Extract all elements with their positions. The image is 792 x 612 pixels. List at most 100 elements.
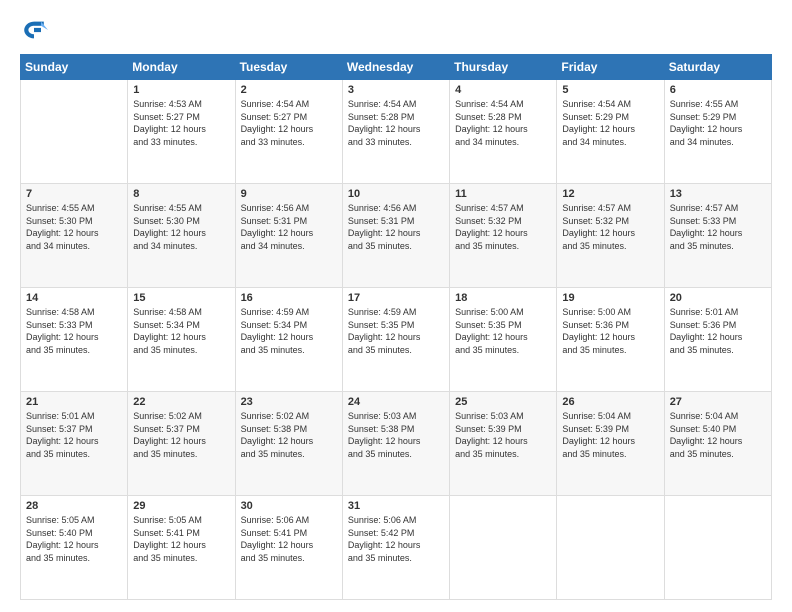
day-cell: 7 Sunrise: 4:55 AMSunset: 5:30 PMDayligh… xyxy=(21,184,128,288)
day-cell: 17 Sunrise: 4:59 AMSunset: 5:35 PMDaylig… xyxy=(342,288,449,392)
day-number: 3 xyxy=(348,84,444,96)
day-number: 11 xyxy=(455,188,551,200)
day-info: Sunrise: 5:05 AMSunset: 5:41 PMDaylight:… xyxy=(133,514,229,564)
weekday-monday: Monday xyxy=(128,55,235,80)
day-cell: 11 Sunrise: 4:57 AMSunset: 5:32 PMDaylig… xyxy=(450,184,557,288)
day-info: Sunrise: 4:58 AMSunset: 5:33 PMDaylight:… xyxy=(26,306,122,356)
day-cell xyxy=(21,80,128,184)
day-cell: 10 Sunrise: 4:56 AMSunset: 5:31 PMDaylig… xyxy=(342,184,449,288)
day-cell: 8 Sunrise: 4:55 AMSunset: 5:30 PMDayligh… xyxy=(128,184,235,288)
day-number: 24 xyxy=(348,396,444,408)
day-number: 12 xyxy=(562,188,658,200)
day-number: 1 xyxy=(133,84,229,96)
day-cell: 15 Sunrise: 4:58 AMSunset: 5:34 PMDaylig… xyxy=(128,288,235,392)
week-row-3: 14 Sunrise: 4:58 AMSunset: 5:33 PMDaylig… xyxy=(21,288,772,392)
day-cell: 30 Sunrise: 5:06 AMSunset: 5:41 PMDaylig… xyxy=(235,496,342,600)
day-number: 18 xyxy=(455,292,551,304)
day-info: Sunrise: 4:54 AMSunset: 5:27 PMDaylight:… xyxy=(241,98,337,148)
day-cell: 31 Sunrise: 5:06 AMSunset: 5:42 PMDaylig… xyxy=(342,496,449,600)
day-info: Sunrise: 4:57 AMSunset: 5:33 PMDaylight:… xyxy=(670,202,766,252)
day-info: Sunrise: 4:55 AMSunset: 5:29 PMDaylight:… xyxy=(670,98,766,148)
day-cell: 25 Sunrise: 5:03 AMSunset: 5:39 PMDaylig… xyxy=(450,392,557,496)
day-info: Sunrise: 5:06 AMSunset: 5:41 PMDaylight:… xyxy=(241,514,337,564)
day-info: Sunrise: 5:01 AMSunset: 5:36 PMDaylight:… xyxy=(670,306,766,356)
day-info: Sunrise: 4:57 AMSunset: 5:32 PMDaylight:… xyxy=(562,202,658,252)
day-cell: 12 Sunrise: 4:57 AMSunset: 5:32 PMDaylig… xyxy=(557,184,664,288)
day-cell: 13 Sunrise: 4:57 AMSunset: 5:33 PMDaylig… xyxy=(664,184,771,288)
day-cell xyxy=(450,496,557,600)
week-row-5: 28 Sunrise: 5:05 AMSunset: 5:40 PMDaylig… xyxy=(21,496,772,600)
day-cell: 14 Sunrise: 4:58 AMSunset: 5:33 PMDaylig… xyxy=(21,288,128,392)
day-number: 9 xyxy=(241,188,337,200)
day-cell: 26 Sunrise: 5:04 AMSunset: 5:39 PMDaylig… xyxy=(557,392,664,496)
day-info: Sunrise: 5:02 AMSunset: 5:38 PMDaylight:… xyxy=(241,410,337,460)
day-cell: 5 Sunrise: 4:54 AMSunset: 5:29 PMDayligh… xyxy=(557,80,664,184)
day-number: 27 xyxy=(670,396,766,408)
day-cell: 19 Sunrise: 5:00 AMSunset: 5:36 PMDaylig… xyxy=(557,288,664,392)
day-number: 16 xyxy=(241,292,337,304)
week-row-1: 1 Sunrise: 4:53 AMSunset: 5:27 PMDayligh… xyxy=(21,80,772,184)
day-info: Sunrise: 5:03 AMSunset: 5:38 PMDaylight:… xyxy=(348,410,444,460)
day-info: Sunrise: 4:54 AMSunset: 5:29 PMDaylight:… xyxy=(562,98,658,148)
day-number: 2 xyxy=(241,84,337,96)
day-number: 20 xyxy=(670,292,766,304)
day-number: 10 xyxy=(348,188,444,200)
day-info: Sunrise: 4:57 AMSunset: 5:32 PMDaylight:… xyxy=(455,202,551,252)
weekday-header-row: SundayMondayTuesdayWednesdayThursdayFrid… xyxy=(21,55,772,80)
day-number: 13 xyxy=(670,188,766,200)
day-info: Sunrise: 4:54 AMSunset: 5:28 PMDaylight:… xyxy=(455,98,551,148)
day-info: Sunrise: 4:55 AMSunset: 5:30 PMDaylight:… xyxy=(26,202,122,252)
day-number: 15 xyxy=(133,292,229,304)
day-info: Sunrise: 4:56 AMSunset: 5:31 PMDaylight:… xyxy=(241,202,337,252)
day-number: 17 xyxy=(348,292,444,304)
day-info: Sunrise: 5:00 AMSunset: 5:35 PMDaylight:… xyxy=(455,306,551,356)
day-number: 26 xyxy=(562,396,658,408)
day-number: 5 xyxy=(562,84,658,96)
day-info: Sunrise: 5:04 AMSunset: 5:39 PMDaylight:… xyxy=(562,410,658,460)
day-cell: 23 Sunrise: 5:02 AMSunset: 5:38 PMDaylig… xyxy=(235,392,342,496)
day-cell: 6 Sunrise: 4:55 AMSunset: 5:29 PMDayligh… xyxy=(664,80,771,184)
header xyxy=(20,16,772,44)
day-number: 31 xyxy=(348,500,444,512)
logo-icon xyxy=(20,16,48,44)
weekday-thursday: Thursday xyxy=(450,55,557,80)
weekday-saturday: Saturday xyxy=(664,55,771,80)
day-info: Sunrise: 5:03 AMSunset: 5:39 PMDaylight:… xyxy=(455,410,551,460)
weekday-wednesday: Wednesday xyxy=(342,55,449,80)
calendar-table: SundayMondayTuesdayWednesdayThursdayFrid… xyxy=(20,54,772,600)
day-info: Sunrise: 5:00 AMSunset: 5:36 PMDaylight:… xyxy=(562,306,658,356)
day-number: 22 xyxy=(133,396,229,408)
day-number: 14 xyxy=(26,292,122,304)
day-number: 6 xyxy=(670,84,766,96)
day-info: Sunrise: 5:02 AMSunset: 5:37 PMDaylight:… xyxy=(133,410,229,460)
day-info: Sunrise: 4:53 AMSunset: 5:27 PMDaylight:… xyxy=(133,98,229,148)
day-info: Sunrise: 4:59 AMSunset: 5:34 PMDaylight:… xyxy=(241,306,337,356)
weekday-sunday: Sunday xyxy=(21,55,128,80)
day-cell: 24 Sunrise: 5:03 AMSunset: 5:38 PMDaylig… xyxy=(342,392,449,496)
day-cell: 1 Sunrise: 4:53 AMSunset: 5:27 PMDayligh… xyxy=(128,80,235,184)
day-info: Sunrise: 4:55 AMSunset: 5:30 PMDaylight:… xyxy=(133,202,229,252)
day-info: Sunrise: 5:06 AMSunset: 5:42 PMDaylight:… xyxy=(348,514,444,564)
day-number: 8 xyxy=(133,188,229,200)
day-cell: 22 Sunrise: 5:02 AMSunset: 5:37 PMDaylig… xyxy=(128,392,235,496)
day-info: Sunrise: 4:56 AMSunset: 5:31 PMDaylight:… xyxy=(348,202,444,252)
day-info: Sunrise: 4:59 AMSunset: 5:35 PMDaylight:… xyxy=(348,306,444,356)
logo xyxy=(20,16,52,44)
day-number: 4 xyxy=(455,84,551,96)
day-info: Sunrise: 5:01 AMSunset: 5:37 PMDaylight:… xyxy=(26,410,122,460)
day-cell: 21 Sunrise: 5:01 AMSunset: 5:37 PMDaylig… xyxy=(21,392,128,496)
day-info: Sunrise: 4:54 AMSunset: 5:28 PMDaylight:… xyxy=(348,98,444,148)
day-number: 7 xyxy=(26,188,122,200)
day-cell: 16 Sunrise: 4:59 AMSunset: 5:34 PMDaylig… xyxy=(235,288,342,392)
day-cell: 29 Sunrise: 5:05 AMSunset: 5:41 PMDaylig… xyxy=(128,496,235,600)
weekday-tuesday: Tuesday xyxy=(235,55,342,80)
day-cell: 18 Sunrise: 5:00 AMSunset: 5:35 PMDaylig… xyxy=(450,288,557,392)
day-cell: 28 Sunrise: 5:05 AMSunset: 5:40 PMDaylig… xyxy=(21,496,128,600)
day-cell: 3 Sunrise: 4:54 AMSunset: 5:28 PMDayligh… xyxy=(342,80,449,184)
weekday-friday: Friday xyxy=(557,55,664,80)
day-cell: 27 Sunrise: 5:04 AMSunset: 5:40 PMDaylig… xyxy=(664,392,771,496)
page: SundayMondayTuesdayWednesdayThursdayFrid… xyxy=(0,0,792,612)
day-number: 30 xyxy=(241,500,337,512)
day-number: 28 xyxy=(26,500,122,512)
day-cell: 2 Sunrise: 4:54 AMSunset: 5:27 PMDayligh… xyxy=(235,80,342,184)
